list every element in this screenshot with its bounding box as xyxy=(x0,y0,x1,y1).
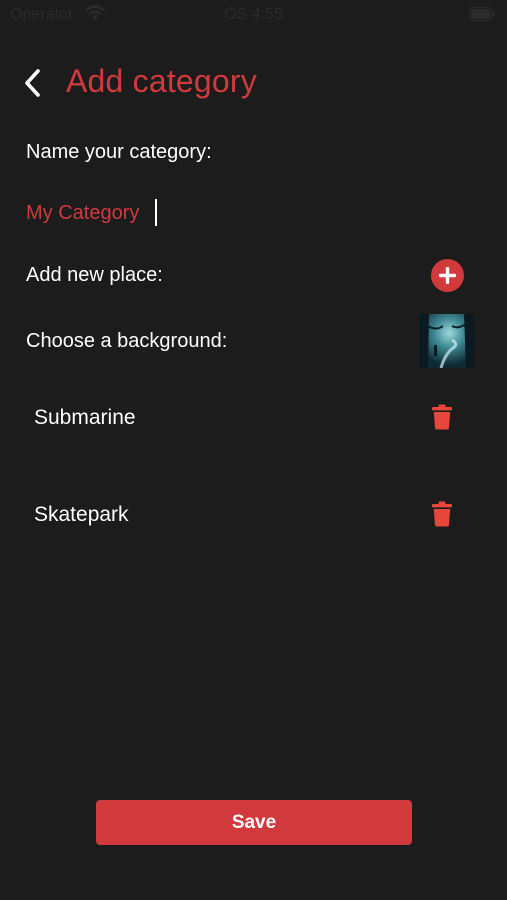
back-button[interactable] xyxy=(20,66,50,100)
delete-place-button[interactable] xyxy=(431,501,453,527)
chevron-left-icon xyxy=(25,69,40,97)
plus-circle-icon xyxy=(439,267,456,284)
background-thumbnail[interactable] xyxy=(419,314,474,368)
place-name: Submarine xyxy=(34,406,136,429)
delete-place-button[interactable] xyxy=(431,404,453,430)
place-row: Skatepark xyxy=(34,497,474,537)
status-bar: Operator ÖS 4:55 xyxy=(0,0,507,30)
category-name-input[interactable] xyxy=(26,198,326,228)
trash-icon xyxy=(432,404,452,430)
forest-path-image xyxy=(419,314,474,368)
trash-icon xyxy=(432,501,452,527)
add-place-label: Add new place: xyxy=(26,264,163,286)
clock: ÖS 4:55 xyxy=(224,6,283,23)
background-label: Choose a background: xyxy=(26,330,228,352)
place-name: Skatepark xyxy=(34,503,129,526)
text-cursor xyxy=(155,199,157,226)
save-button[interactable]: Save xyxy=(96,800,412,845)
place-row: Submarine xyxy=(34,400,474,440)
add-place-button[interactable] xyxy=(431,259,464,292)
page-title: Add category xyxy=(66,63,257,99)
name-label: Name your category: xyxy=(26,141,212,163)
battery-icon xyxy=(469,7,495,21)
